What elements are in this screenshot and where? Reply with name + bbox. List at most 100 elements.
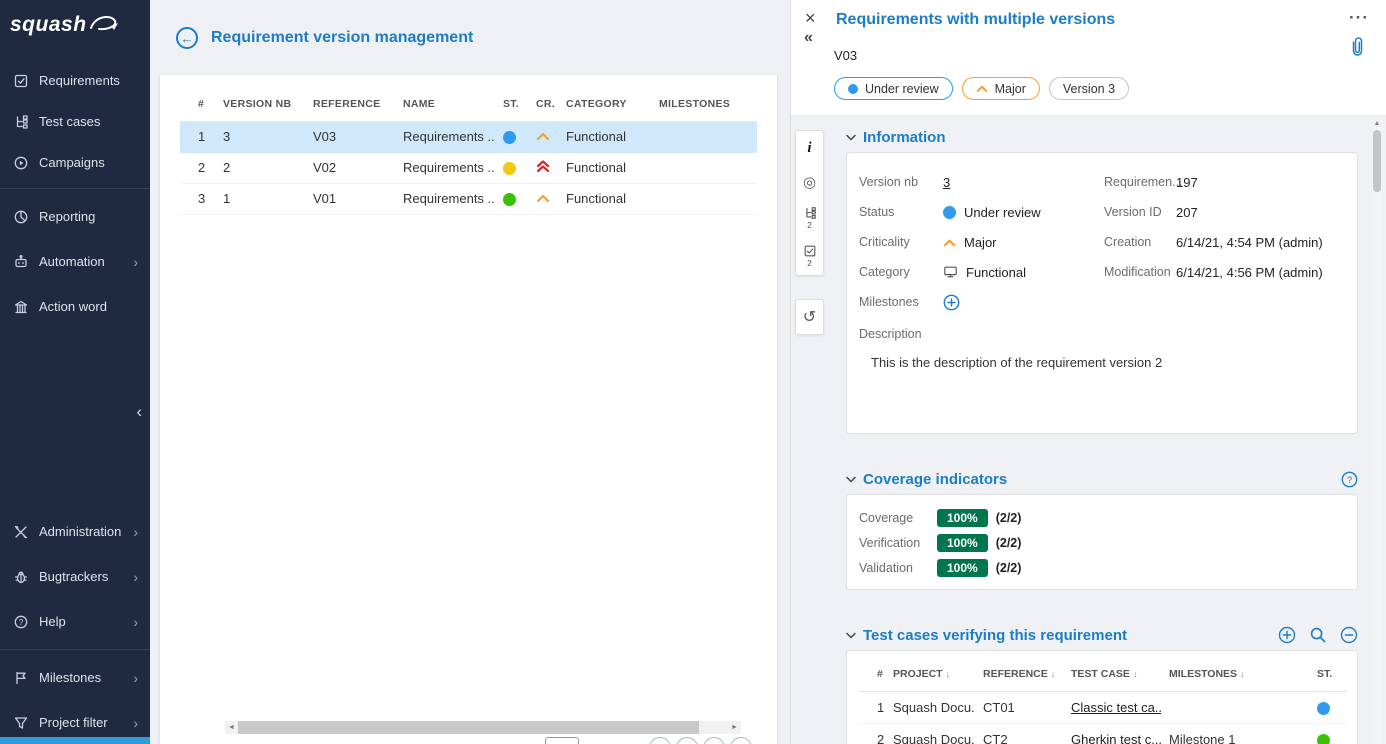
sidebar-nav: Requirements Test cases Campaigns Report… (0, 50, 150, 329)
information-card: Version nb 3 Status Under review Critica… (846, 152, 1358, 434)
sidebar-item-campaigns[interactable]: Campaigns (0, 142, 150, 183)
version-chip: Version 3 (1049, 77, 1129, 100)
sidebar-item-test-cases[interactable]: Test cases (0, 101, 150, 142)
sidebar-item-requirements[interactable]: Requirements (0, 60, 150, 101)
sidebar-accent-strip (0, 737, 150, 744)
version-row-1[interactable]: 1 3 V03 Requirements ... Functional (180, 121, 757, 152)
test-case-link[interactable]: Classic test ca... (1071, 700, 1161, 715)
column-header-milestones[interactable]: MILESTONES↓ (1161, 657, 1309, 691)
column-header-num: # (859, 657, 885, 691)
field-label: Version nb (859, 175, 943, 189)
scrollbar-thumb[interactable] (1373, 130, 1381, 192)
column-header-project[interactable]: PROJECT↓ (885, 657, 975, 691)
criticality-major-icon (536, 131, 550, 141)
field-label: Modification (1104, 265, 1176, 279)
vertical-scrollbar[interactable]: ▲ (1372, 120, 1382, 744)
information-section-header[interactable]: Information (846, 126, 1358, 148)
add-test-case-icon[interactable] (1278, 626, 1296, 644)
column-header-status: ST. (495, 87, 528, 121)
pagination-button[interactable] (676, 737, 698, 744)
horizontal-scrollbar: ◄ ► (225, 721, 741, 734)
sidebar-item-milestones[interactable]: Milestones › (0, 655, 150, 700)
coverage-card: Coverage 100% (2/2) Verification 100% (2… (846, 494, 1358, 590)
scroll-up-icon[interactable]: ▲ (1372, 120, 1382, 127)
search-icon[interactable] (1309, 626, 1327, 644)
version-nb-link[interactable]: 3 (943, 175, 950, 190)
attachment-paperclip-icon[interactable] (1350, 36, 1365, 63)
field-label: Creation (1104, 235, 1176, 249)
chips-row: Under review Major Version 3 (834, 77, 1129, 100)
test-cases-section-header[interactable]: Test cases verifying this requirement (846, 624, 1358, 646)
sidebar-item-reporting[interactable]: Reporting (0, 194, 150, 239)
field-category: Category Functional (859, 257, 1104, 287)
cell-test-case: Classic test ca... (1063, 691, 1161, 723)
sidebar-item-bugtrackers[interactable]: Bugtrackers › (0, 554, 150, 599)
category-value: Functional (966, 265, 1026, 280)
help-circle-icon[interactable]: ? (1341, 471, 1358, 488)
cell-milestones (651, 183, 757, 214)
detail-header: × « Requirements with multiple versions … (791, 0, 1386, 116)
field-label: Milestones (859, 295, 943, 309)
chevron-down-icon (846, 632, 856, 639)
test-cases-header-row: # PROJECT↓ REFERENCE↓ TEST CASE↓ MILESTO… (859, 657, 1347, 691)
scroll-right-icon[interactable]: ► (728, 721, 741, 734)
sidebar-item-administration[interactable]: Administration › (0, 509, 150, 554)
column-header-reference: REFERENCE (305, 87, 395, 121)
sidebar-item-label: Automation (39, 254, 105, 269)
page-size-select[interactable] (545, 737, 579, 744)
status-chip[interactable]: Under review (834, 77, 953, 100)
administration-icon (12, 523, 29, 540)
sidebar-collapse-icon[interactable]: ‹ (136, 403, 142, 420)
field-criticality: Criticality Major (859, 227, 1104, 257)
version-row-3[interactable]: 3 1 V01 Requirements ... Functional (180, 183, 757, 214)
column-header-reference[interactable]: REFERENCE↓ (975, 657, 1063, 691)
tab-verifying-test-cases[interactable]: 2 (796, 199, 823, 237)
category-monitor-icon (943, 265, 958, 279)
cell-version-nb: 2 (215, 152, 305, 183)
pagination-button[interactable] (730, 737, 752, 744)
sidebar-item-action-word[interactable]: Action word (0, 284, 150, 329)
chevron-right-icon: › (133, 254, 138, 270)
chevron-right-icon: › (133, 670, 138, 686)
bugtrackers-icon (12, 568, 29, 585)
tab-coverage[interactable]: ◎ (796, 165, 823, 199)
column-header-version-nb: VERSION NB (215, 87, 305, 121)
sidebar-item-automation[interactable]: Automation › (0, 239, 150, 284)
scroll-left-icon[interactable]: ◄ (225, 721, 238, 734)
pagination-button[interactable] (703, 737, 725, 744)
tab-information[interactable]: i (796, 131, 823, 165)
test-case-row-1[interactable]: 1 Squash Docu... CT01 Classic test ca... (859, 691, 1347, 723)
overflow-menu-icon[interactable]: ··· (1349, 8, 1369, 28)
add-milestone-icon[interactable] (943, 294, 960, 311)
version-row-2[interactable]: 2 2 V02 Requirements ... Functional (180, 152, 757, 183)
description-label: Description (859, 327, 1345, 341)
cell-criticality (528, 121, 558, 152)
coverage-ratio: (2/2) (996, 511, 1022, 525)
scrollbar-track[interactable] (238, 721, 728, 734)
tab-verification[interactable]: 2 (796, 237, 823, 275)
criticality-chip[interactable]: Major (962, 77, 1040, 100)
svg-text:?: ? (1347, 475, 1352, 486)
tree-icon (803, 206, 817, 220)
coverage-section-header[interactable]: Coverage indicators ? (846, 468, 1358, 490)
column-header-test-case[interactable]: TEST CASE↓ (1063, 657, 1161, 691)
sidebar-item-label: Project filter (39, 715, 108, 730)
sidebar-item-label: Help (39, 614, 66, 629)
tab-history[interactable]: ↺ (796, 300, 823, 334)
test-cases-table: # PROJECT↓ REFERENCE↓ TEST CASE↓ MILESTO… (859, 657, 1347, 744)
sidebar-item-label: Action word (39, 299, 107, 314)
test-cases-card: # PROJECT↓ REFERENCE↓ TEST CASE↓ MILESTO… (846, 650, 1358, 744)
test-case-row-2[interactable]: 2 Squash Docu... CT2 Gherkin test c... M… (859, 723, 1347, 744)
pagination-button[interactable] (649, 737, 671, 744)
scrollbar-thumb[interactable] (238, 721, 699, 734)
test-case-link[interactable]: Gherkin test c... (1071, 732, 1161, 744)
close-icon[interactable]: × (805, 9, 816, 27)
collapse-panel-icon[interactable]: « (804, 30, 813, 46)
coverage-percent-badge: 100% (937, 559, 988, 577)
chevron-down-icon (846, 134, 856, 141)
sidebar-item-help[interactable]: ? Help › (0, 599, 150, 644)
criticality-major-icon (943, 238, 956, 247)
remove-test-case-icon[interactable] (1340, 626, 1358, 644)
cell-project: Squash Docu... (885, 723, 975, 744)
back-button[interactable]: ← (176, 27, 198, 49)
